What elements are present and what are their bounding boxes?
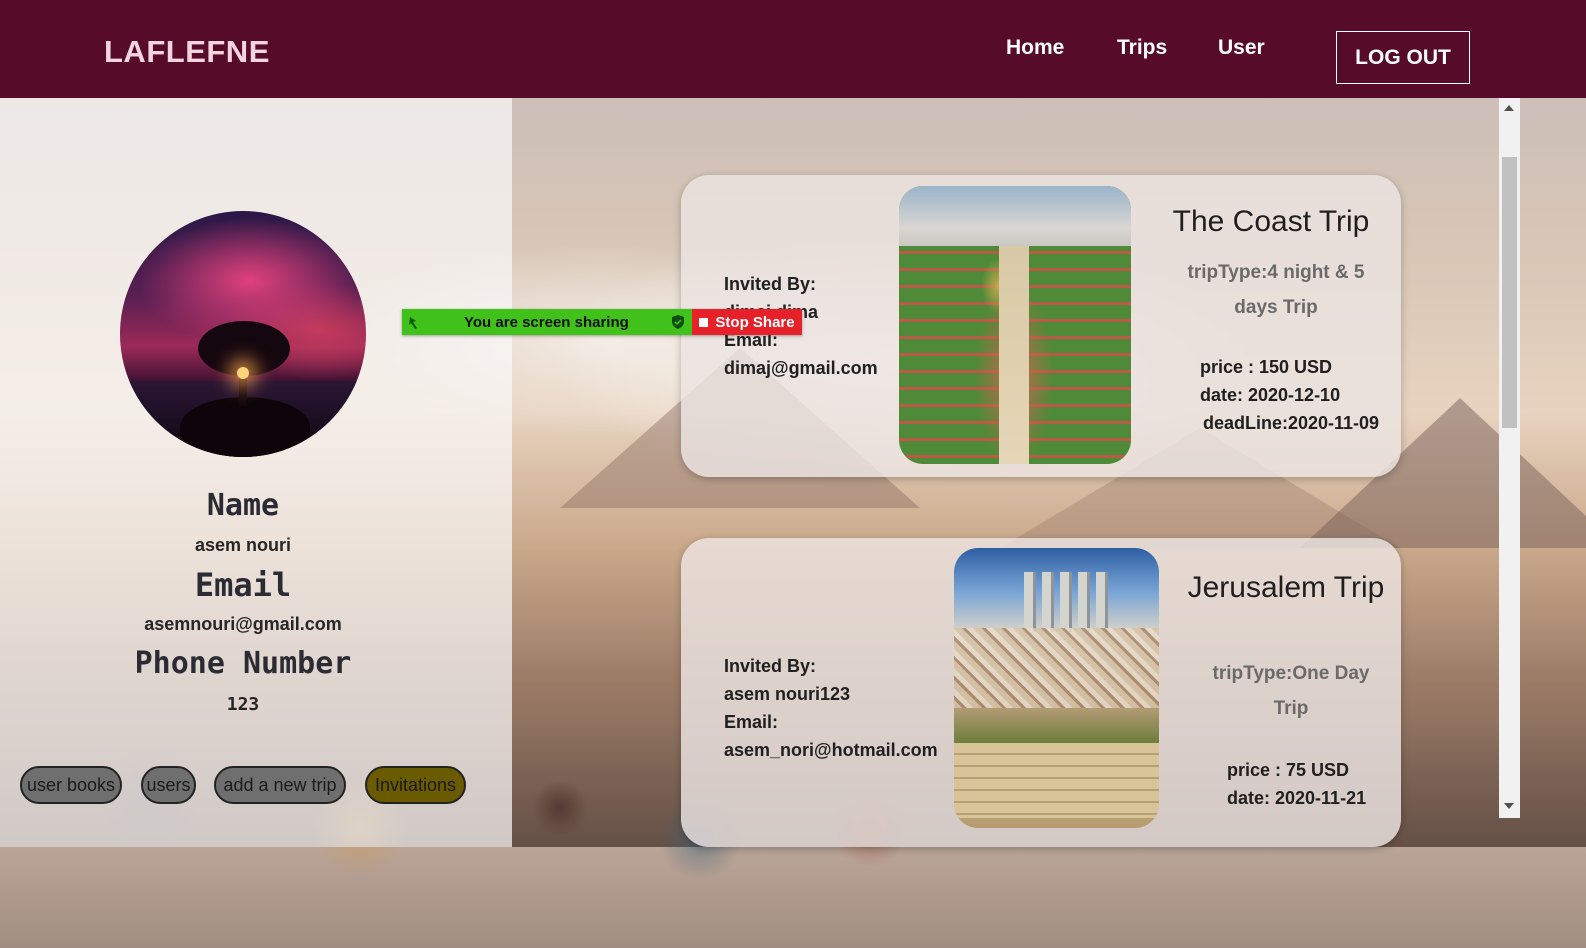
logout-button[interactable]: LOG OUT (1336, 31, 1470, 84)
scroll-up-icon[interactable] (1504, 105, 1514, 111)
trip-title: Jerusalem Trip (1187, 571, 1385, 604)
invited-by-label: Invited By: (724, 274, 817, 294)
shield-icon (672, 315, 684, 329)
brand-logo[interactable]: LAFLEFNE (104, 34, 270, 70)
scrollbar-thumb[interactable] (1502, 157, 1517, 428)
stop-icon (699, 317, 709, 327)
trip-type: tripType:One Day Trip (1212, 663, 1370, 719)
trip-date: date: 2020-11-21 (1227, 788, 1367, 808)
phone-heading: Phone Number (134, 646, 352, 681)
invitations-button[interactable]: Invitations (365, 766, 466, 804)
avatar (120, 211, 366, 457)
trip-photo (899, 186, 1131, 464)
user-books-button[interactable]: user books (20, 766, 122, 804)
nav-user[interactable]: User (1218, 36, 1265, 60)
name-value: asem nouri (194, 535, 292, 555)
invitation-card: Invited By: asem nouri123 Email: asem_no… (681, 538, 1401, 847)
top-navbar: LAFLEFNE Home Trips User LOG OUT (0, 0, 1586, 98)
trip-title: The Coast Trip (1172, 205, 1370, 238)
trip-deadline: deadLine:2020-11-09 (1202, 413, 1380, 433)
stop-share-label: Stop Share (715, 313, 795, 331)
screen-sharing-message: You are screen sharing (464, 313, 629, 331)
scroll-down-icon[interactable] (1504, 803, 1514, 809)
email-value: asem_nori@hotmail.com (724, 740, 938, 760)
trip-photo (954, 548, 1159, 828)
invited-by-value: asem nouri123 (724, 684, 851, 704)
email-value: asemnouri@gmail.com (144, 614, 342, 634)
grip-icon[interactable] (402, 309, 432, 335)
trip-date: date: 2020-12-10 (1200, 385, 1341, 405)
invited-by-label: Invited By: (724, 656, 817, 676)
trip-type: tripType:4 night & 5 days Trip (1187, 262, 1365, 318)
email-value: dimaj@gmail.com (724, 358, 878, 378)
add-trip-button[interactable]: add a new trip (214, 766, 346, 804)
phone-value: 123 (226, 694, 260, 715)
trip-price: price : 150 USD (1200, 357, 1333, 377)
nav-home[interactable]: Home (1006, 36, 1064, 60)
users-button[interactable]: users (141, 766, 196, 804)
screen-share-bar: You are screen sharing Stop Share (402, 309, 802, 335)
profile-panel: Name asem nouri Email asemnouri@gmail.co… (0, 98, 512, 847)
email-label: Email: (724, 712, 779, 732)
email-heading: Email (194, 566, 292, 604)
invite-details: Invited By: asem nouri123 Email: asem_no… (724, 652, 938, 764)
stop-share-button[interactable]: Stop Share (692, 309, 802, 335)
trip-price: price : 75 USD (1227, 760, 1350, 780)
name-heading: Name (206, 488, 280, 523)
nav-trips[interactable]: Trips (1117, 36, 1167, 60)
